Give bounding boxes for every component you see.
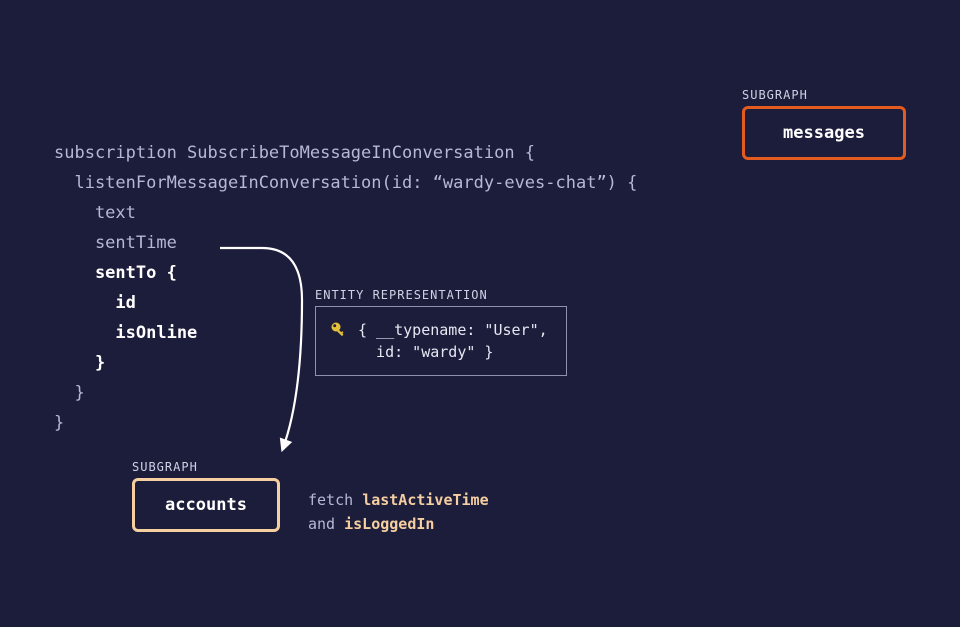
subgraph-messages-box: messages bbox=[742, 106, 906, 160]
subgraph-label-accounts: SUBGRAPH bbox=[132, 460, 198, 474]
fetch-joiner: and bbox=[308, 515, 344, 533]
fetch-field: isLoggedIn bbox=[344, 515, 434, 533]
fetch-description: fetch lastActiveTime and isLoggedIn bbox=[308, 488, 489, 536]
fetch-prefix: fetch bbox=[308, 491, 362, 509]
subgraph-accounts-box: accounts bbox=[132, 478, 280, 532]
code-line: } bbox=[54, 353, 105, 373]
code-line: sentTo { bbox=[54, 263, 177, 283]
entity-representation-label: ENTITY REPRESENTATION bbox=[315, 288, 488, 302]
fetch-field: lastActiveTime bbox=[362, 491, 488, 509]
entity-representation-box: { __typename: "User", id: "wardy" } bbox=[315, 306, 567, 376]
code-line: } bbox=[54, 413, 64, 433]
entity-line: { __typename: "User", bbox=[358, 321, 548, 339]
code-line: isOnline bbox=[54, 323, 197, 343]
code-line: text bbox=[54, 203, 136, 223]
code-line: } bbox=[54, 383, 85, 403]
code-line: subscription SubscribeToMessageInConvers… bbox=[54, 143, 535, 163]
entity-line: id: "wardy" } bbox=[358, 343, 493, 361]
graphql-subscription-code: subscription SubscribeToMessageInConvers… bbox=[54, 108, 637, 438]
subgraph-label-messages: SUBGRAPH bbox=[742, 88, 808, 102]
key-icon bbox=[330, 321, 348, 339]
entity-representation-content: { __typename: "User", id: "wardy" } bbox=[358, 319, 548, 363]
code-line: listenForMessageInConversation(id: “ward… bbox=[54, 173, 637, 193]
code-line: id bbox=[54, 293, 136, 313]
code-line: sentTime bbox=[54, 233, 177, 253]
